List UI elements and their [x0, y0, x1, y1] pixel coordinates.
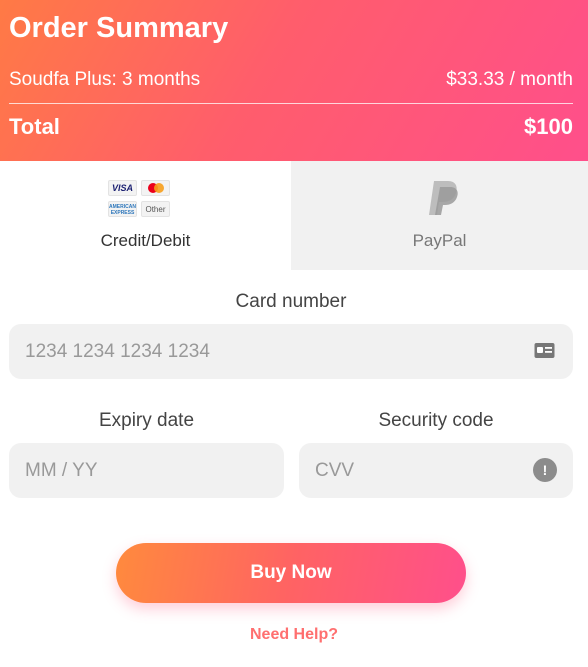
expiry-date-input[interactable]: [9, 443, 284, 498]
card-number-label: Card number: [235, 291, 347, 312]
id-card-icon: [534, 343, 555, 358]
plan-price: $33.33 / month: [446, 69, 573, 90]
order-summary-header: Order Summary Soudfa Plus: 3 months $33.…: [0, 0, 588, 161]
card-number-input[interactable]: [9, 324, 573, 379]
other-cards-logo: Other: [141, 201, 170, 217]
amex-logo: AMERICAN EXPRESS: [108, 201, 137, 217]
tab-credit-debit[interactable]: VISA AMERICAN EXPRESS Other Credit/Debit: [0, 161, 291, 270]
security-code-input[interactable]: [299, 443, 573, 498]
tab-paypal-label: PayPal: [412, 231, 467, 250]
paypal-icon: [429, 181, 458, 215]
info-icon[interactable]: !: [533, 458, 557, 482]
summary-divider: [9, 103, 573, 104]
buy-now-button[interactable]: Buy Now: [116, 543, 466, 603]
expiry-date-label: Expiry date: [98, 410, 195, 431]
mastercard-logo: [141, 180, 170, 196]
total-label: Total: [9, 114, 60, 139]
plan-name: Soudfa Plus: 3 months: [9, 69, 201, 90]
total-value: $100: [524, 114, 573, 139]
need-help-link[interactable]: Need Help?: [0, 626, 588, 644]
visa-logo: VISA: [108, 180, 137, 196]
tab-credit-debit-label: Credit/Debit: [100, 231, 191, 250]
page-title: Order Summary: [9, 12, 229, 44]
security-code-label: Security code: [378, 410, 494, 431]
mastercard-icon: [148, 183, 164, 193]
card-logos: VISA AMERICAN EXPRESS Other: [108, 180, 172, 218]
